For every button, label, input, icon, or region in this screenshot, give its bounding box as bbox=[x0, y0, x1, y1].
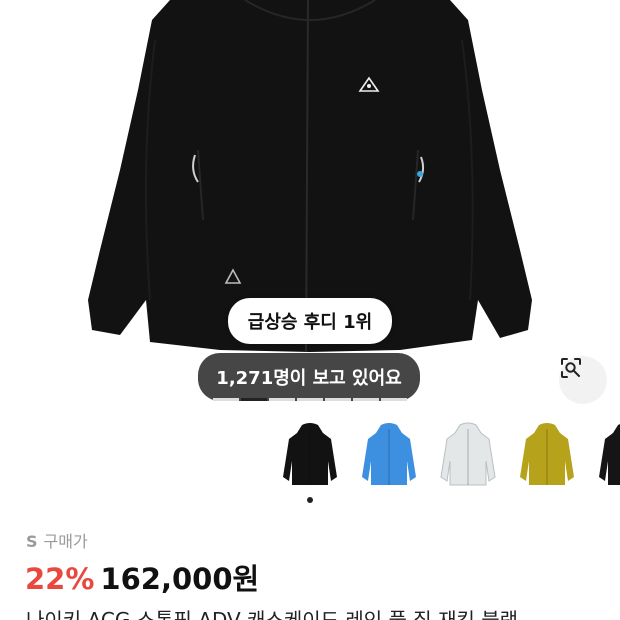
jacket-thumbnail-icon bbox=[283, 422, 337, 485]
live-viewers-badge: 1,271명이 보고 있어요 bbox=[198, 353, 420, 401]
progress-segment bbox=[241, 398, 267, 401]
jacket-thumbnail-icon bbox=[520, 422, 574, 485]
progress-segment bbox=[325, 398, 351, 401]
price-value: 162,000원 bbox=[100, 562, 260, 596]
jacket-thumbnail-icon bbox=[440, 422, 496, 485]
product-title-text: 나이키 ACG 스톰핏 ADV 캐스케이드 레인 풀 집 재킷 블랙 bbox=[26, 608, 519, 620]
price-row: 22% 162,000원 bbox=[25, 556, 259, 598]
progress-segment bbox=[297, 398, 323, 401]
color-thumbnail-black[interactable] bbox=[586, 418, 620, 493]
color-thumbnail-blue[interactable] bbox=[349, 418, 429, 493]
progress-segment bbox=[381, 398, 407, 401]
color-thumbnail-olive-yellow[interactable] bbox=[507, 418, 587, 493]
color-thumbnail-light-gray[interactable] bbox=[428, 418, 508, 493]
trending-rank-badge: 급상승 후디 1위 bbox=[228, 298, 392, 344]
price-label-text: 구매가 bbox=[43, 532, 88, 551]
trending-rank-text: 급상승 후디 1위 bbox=[247, 312, 373, 333]
discount-rate: 22% bbox=[25, 562, 95, 596]
progress-segment bbox=[269, 398, 295, 401]
progress-segment bbox=[213, 398, 239, 401]
size-label: S bbox=[26, 532, 38, 551]
selected-thumbnail-indicator bbox=[307, 497, 313, 503]
product-title[interactable]: 나이키 ACG 스톰핏 ADV 캐스케이드 레인 풀 집 재킷 블랙 bbox=[26, 608, 586, 620]
live-viewers-text: 1,271명이 보고 있어요 bbox=[216, 368, 402, 389]
color-option-thumbnails bbox=[0, 418, 620, 508]
purchase-price-label: S 구매가 bbox=[26, 528, 88, 552]
product-image-carousel[interactable]: 급상승 후디 1위 1,271명이 보고 있어요 bbox=[0, 0, 620, 410]
product-image bbox=[88, 0, 532, 353]
jacket-thumbnail-icon bbox=[362, 422, 416, 485]
progress-segment bbox=[353, 398, 379, 401]
carousel-progress bbox=[212, 398, 408, 401]
jacket-thumbnail-icon bbox=[599, 423, 620, 485]
image-search-icon bbox=[561, 358, 581, 378]
color-thumbnail-black[interactable] bbox=[270, 418, 350, 493]
image-search-button[interactable] bbox=[559, 356, 607, 404]
